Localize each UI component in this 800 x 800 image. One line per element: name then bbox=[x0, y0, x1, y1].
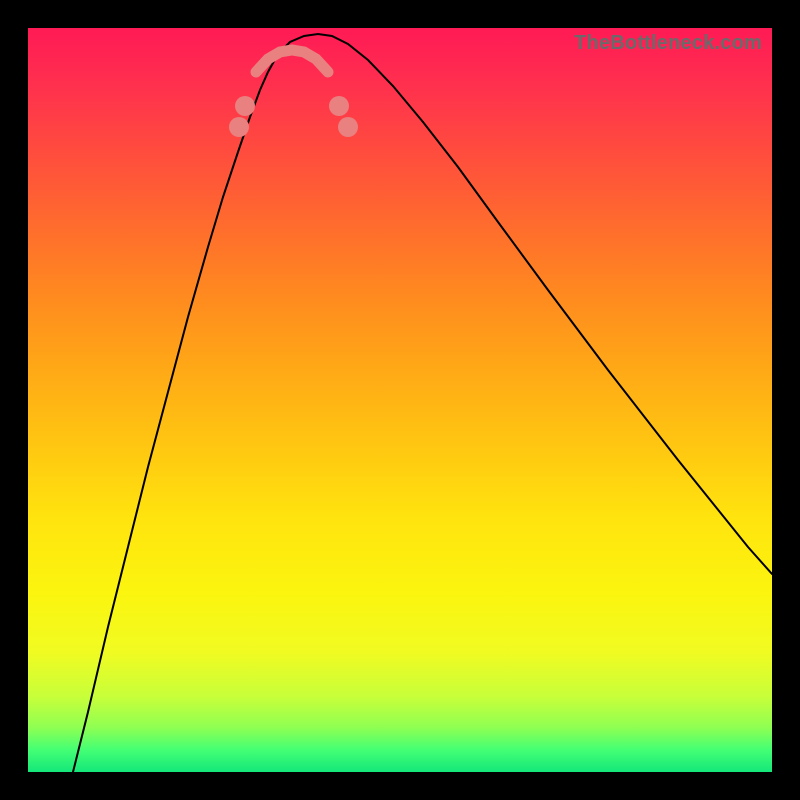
plot-area: TheBottleneck.com bbox=[28, 28, 772, 772]
marker-dots bbox=[229, 96, 358, 137]
bottleneck-curve bbox=[73, 34, 772, 772]
dot-right-lower bbox=[329, 96, 349, 116]
dot-left-lower bbox=[235, 96, 255, 116]
dot-right-upper bbox=[338, 117, 358, 137]
marker-bridge bbox=[256, 50, 328, 72]
curve-svg bbox=[28, 28, 772, 772]
dot-left-upper bbox=[229, 117, 249, 137]
chart-frame: TheBottleneck.com bbox=[0, 0, 800, 800]
